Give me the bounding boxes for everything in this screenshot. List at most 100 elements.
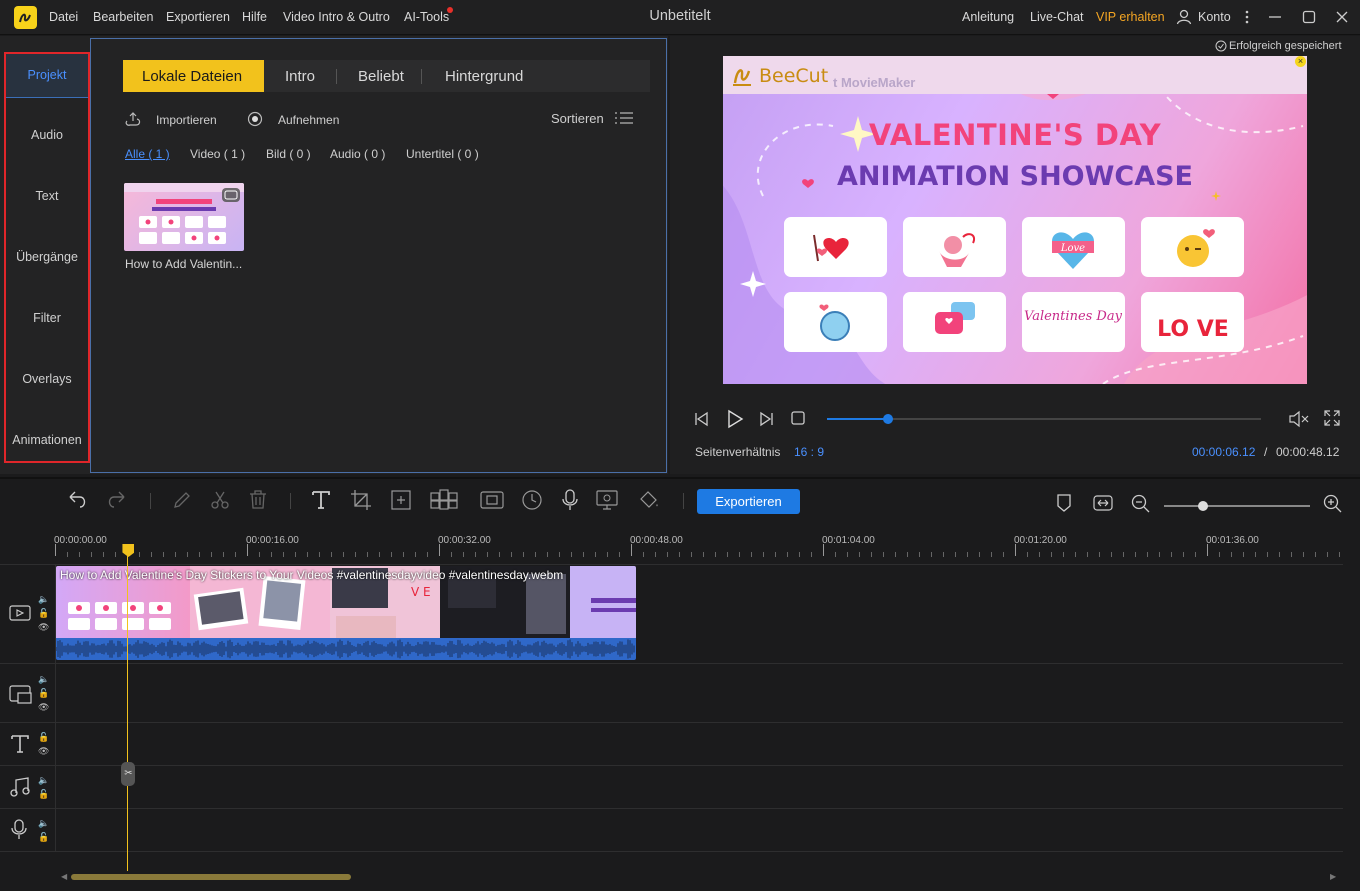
track-lock-icon[interactable]: 🔓	[38, 688, 49, 698]
sort-icon[interactable]	[614, 110, 634, 129]
vip-link[interactable]: VIP erhalten	[1096, 10, 1165, 24]
fullscreen-icon[interactable]	[1323, 409, 1341, 430]
close-icon[interactable]	[1334, 9, 1350, 28]
tab-lokale-dateien[interactable]: Lokale Dateien	[142, 68, 242, 85]
record-icon[interactable]	[247, 111, 263, 130]
play-icon[interactable]	[725, 409, 745, 432]
zoom-slider-handle[interactable]	[1198, 501, 1208, 511]
ruler-tick	[283, 552, 284, 557]
track-lock-icon[interactable]: 🔓	[38, 789, 49, 799]
text-tool-icon[interactable]	[310, 489, 332, 514]
delete-icon[interactable]	[247, 489, 269, 514]
marker-icon[interactable]	[1055, 493, 1073, 516]
undo-icon[interactable]	[66, 489, 88, 514]
playback-progress	[827, 418, 888, 420]
filter-video[interactable]: Video ( 1 )	[190, 147, 245, 161]
ruler-tick	[1111, 552, 1112, 557]
track-volume-icon[interactable]: 🔈	[38, 594, 49, 604]
sidebar-item-projekt[interactable]: Projekt	[6, 68, 88, 82]
scroll-left-icon[interactable]: ◀	[61, 872, 67, 881]
zoom-in-icon[interactable]	[1323, 494, 1343, 517]
export-button[interactable]: Exportieren	[697, 489, 800, 514]
guide-link[interactable]: Anleitung	[962, 10, 1014, 24]
menu-bearbeiten[interactable]: Bearbeiten	[93, 10, 153, 24]
record-button[interactable]: Aufnehmen	[278, 113, 339, 127]
crop-icon[interactable]	[350, 489, 372, 514]
track-lock-icon[interactable]: 🔓	[38, 732, 49, 742]
more-icon[interactable]	[1244, 9, 1250, 28]
mute-icon[interactable]	[1288, 410, 1310, 431]
maximize-icon[interactable]	[1301, 9, 1317, 28]
ruler-tick	[895, 552, 896, 557]
tab-hintergrund[interactable]: Hintergrund	[445, 68, 523, 85]
resize-icon[interactable]	[390, 489, 412, 514]
speed-clock-icon[interactable]	[521, 489, 543, 514]
sidebar-item-animationen[interactable]: Animationen	[6, 433, 88, 447]
track-visibility-icon[interactable]: 👁	[38, 622, 49, 632]
tab-beliebt[interactable]: Beliebt	[358, 68, 404, 85]
ruler-tick	[163, 552, 164, 557]
account-link[interactable]: Konto	[1198, 10, 1231, 24]
mosaic-icon[interactable]	[430, 489, 458, 514]
timeline-scrollbar[interactable]	[71, 874, 351, 880]
track-volume-icon[interactable]: 🔈	[38, 674, 49, 684]
menu-datei[interactable]: Datei	[49, 10, 78, 24]
microphone-icon[interactable]	[560, 489, 580, 514]
ruler-tick	[1195, 552, 1196, 557]
color-fill-icon[interactable]	[637, 489, 661, 514]
next-frame-icon[interactable]	[757, 410, 775, 431]
redo-icon[interactable]	[106, 489, 128, 514]
edit-icon[interactable]	[171, 489, 193, 514]
aspect-ratio-select[interactable]: 16 : 9	[794, 445, 824, 459]
split-scissors-icon[interactable]: ✂	[121, 762, 136, 786]
ruler-label: 00:00:00.00	[54, 535, 107, 546]
media-file-thumbnail[interactable]	[124, 183, 244, 251]
video-clip[interactable]: V E How to Add Valentine's Day Stickers …	[56, 566, 636, 660]
sidebar-item-overlays[interactable]: Overlays	[6, 372, 88, 386]
playback-track[interactable]	[827, 414, 1261, 424]
track-volume-icon[interactable]: 🔈	[38, 775, 49, 785]
menu-ai-tools[interactable]: AI-Tools	[404, 10, 449, 24]
ruler-tick	[955, 552, 956, 557]
menu-video-intro-outro[interactable]: Video Intro & Outro	[283, 10, 390, 24]
watermark-close-icon[interactable]: ×	[1295, 56, 1306, 67]
playback-handle[interactable]	[882, 414, 893, 424]
stop-icon[interactable]	[790, 410, 806, 429]
track-visibility-icon[interactable]: 👁	[38, 746, 49, 756]
track-lock-icon[interactable]: 🔓	[38, 608, 49, 618]
ruler-tick	[547, 552, 548, 557]
filter-audio[interactable]: Audio ( 0 )	[330, 147, 385, 161]
track-visibility-icon[interactable]: 👁	[38, 702, 49, 712]
track-volume-icon[interactable]: 🔈	[38, 818, 49, 828]
preview-headline-1: VALENTINE'S DAY	[868, 118, 1162, 152]
import-button[interactable]: Importieren	[156, 113, 217, 127]
import-icon[interactable]	[124, 111, 142, 130]
playhead-handle[interactable]	[122, 544, 135, 557]
zoom-slider[interactable]	[1164, 501, 1310, 511]
live-chat-link[interactable]: Live-Chat	[1030, 10, 1084, 24]
ruler-tick	[427, 552, 428, 557]
webcam-record-icon[interactable]	[595, 489, 619, 514]
minimize-icon[interactable]	[1267, 9, 1283, 28]
previous-frame-icon[interactable]	[693, 410, 711, 431]
scroll-right-icon[interactable]: ▶	[1330, 872, 1336, 881]
filter-image[interactable]: Bild ( 0 )	[266, 147, 311, 161]
filter-subtitle[interactable]: Untertitel ( 0 )	[406, 147, 479, 161]
sidebar-item-text[interactable]: Text	[6, 189, 88, 203]
menu-hilfe[interactable]: Hilfe	[242, 10, 267, 24]
filter-all[interactable]: Alle ( 1 )	[125, 147, 170, 161]
tab-intro[interactable]: Intro	[285, 68, 315, 85]
freeze-frame-icon[interactable]	[480, 489, 504, 514]
zoom-out-icon[interactable]	[1131, 494, 1151, 517]
sidebar-item-filter[interactable]: Filter	[6, 311, 88, 325]
sort-button[interactable]: Sortieren	[551, 111, 604, 126]
sidebar-item-uebergaenge[interactable]: Übergänge	[6, 250, 88, 264]
cut-icon[interactable]	[209, 489, 231, 514]
ruler-tick	[667, 552, 668, 557]
playhead[interactable]: ✂	[121, 544, 136, 871]
user-icon[interactable]	[1176, 9, 1192, 28]
sidebar-item-audio[interactable]: Audio	[6, 128, 88, 142]
menu-exportieren[interactable]: Exportieren	[166, 10, 230, 24]
fit-timeline-icon[interactable]	[1093, 494, 1113, 515]
track-lock-icon[interactable]: 🔓	[38, 832, 49, 842]
